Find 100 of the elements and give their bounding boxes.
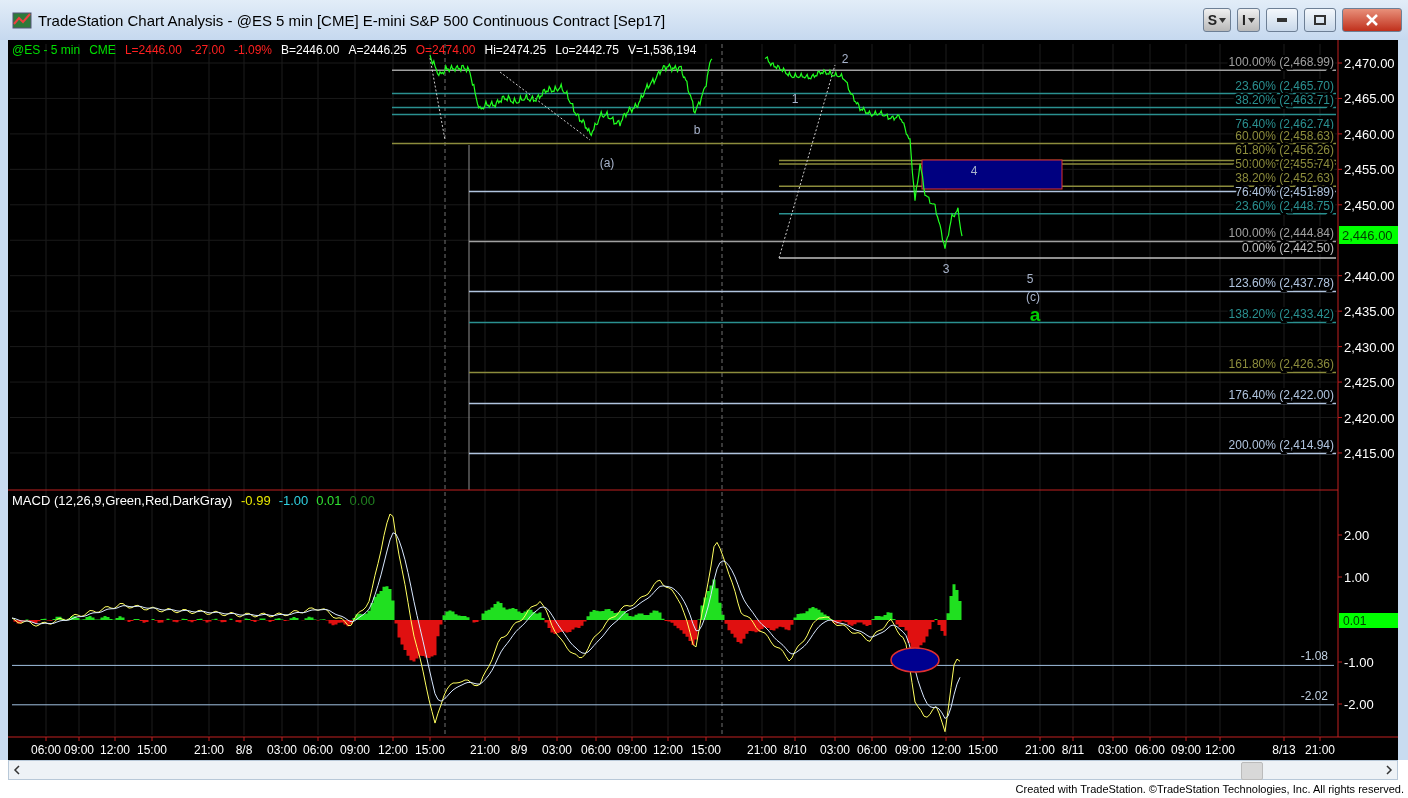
wave-label: b [693, 123, 701, 137]
macd-level-label: -1.08 [1300, 649, 1328, 664]
wave-label: 5 [1026, 272, 1034, 286]
fib-level-label: 23.60% (2,448.75) [1235, 199, 1334, 213]
fib-level-label: 38.20% (2,452.63) [1235, 171, 1334, 185]
quote-text: Hi=2474.25 [484, 43, 547, 57]
maximize-icon [1314, 15, 1326, 25]
price-axis-label: 2,430.00 [1344, 339, 1395, 355]
price-axis-label: 2,465.00 [1344, 91, 1395, 107]
style-menu-button[interactable]: S [1202, 8, 1232, 32]
time-axis-label: 21:00 [470, 743, 500, 757]
time-axis-label: 09:00 [617, 743, 647, 757]
indicator-menu-button[interactable]: I [1237, 8, 1260, 32]
copyright-notice: Created with TradeStation. ©TradeStation Technologies, Inc. All rights reserved. [1015, 783, 1404, 795]
highlight-ellipse [890, 647, 940, 673]
time-axis-label: 8/13 [1272, 743, 1296, 757]
time-axis-label: 03:00 [820, 743, 850, 757]
time-axis-label: 09:00 [64, 743, 94, 757]
time-axis-label: 15:00 [137, 743, 167, 757]
macd-value: 0.00 [349, 493, 375, 508]
caret-icon [1219, 17, 1227, 23]
chart-app-icon [12, 10, 32, 30]
price-axis-label: 2,435.00 [1344, 304, 1395, 320]
time-axis-label: 12:00 [931, 743, 961, 757]
horizontal-scrollbar[interactable] [8, 760, 1398, 780]
time-axis-label: 06:00 [31, 743, 61, 757]
minimize-icon [1277, 18, 1287, 22]
time-axis-label: 15:00 [968, 743, 998, 757]
wave-label: a [1029, 304, 1041, 325]
last-value-badge: 0.01 [1339, 613, 1398, 628]
price-axis-label: 2,440.00 [1344, 268, 1395, 284]
quote-text: Lo=2442.75 [555, 43, 619, 57]
fib-level-label: 76.40% (2,462.74) [1235, 117, 1334, 131]
quote-text: -27.00 [190, 43, 225, 57]
time-axis-label: 03:00 [542, 743, 572, 757]
fib-level-label: 200.00% (2,414.94) [1228, 438, 1334, 452]
time-axis-label: 06:00 [581, 743, 611, 757]
wave-label: (c) [1026, 290, 1040, 304]
time-axis-label: 03:00 [1098, 743, 1128, 757]
time-axis-label: 09:00 [1171, 743, 1201, 757]
time-axis-label: 09:00 [340, 743, 370, 757]
time-axis-label: 21:00 [747, 743, 777, 757]
macd-axis-label: -2.00 [1344, 697, 1374, 712]
time-axis-label: 15:00 [691, 743, 721, 757]
macd-level-label: -2.02 [1300, 688, 1328, 703]
quote-text: CME [89, 43, 116, 57]
price-axis-label: 2,425.00 [1344, 375, 1395, 391]
time-axis-label: 8/10 [783, 743, 807, 757]
time-axis-label: 12:00 [378, 743, 408, 757]
macd-axis-label: 1.00 [1344, 570, 1370, 585]
fib-level-label: 100.00% (2,444.84) [1228, 226, 1334, 240]
maximize-button[interactable] [1304, 8, 1336, 32]
time-axis-label: 06:00 [303, 743, 333, 757]
macd-value: 0.01 [316, 493, 342, 508]
time-axis-label: 06:00 [1135, 743, 1165, 757]
time-axis-label: 06:00 [857, 743, 887, 757]
macd-axis-label: -1.00 [1344, 655, 1374, 670]
price-axis-label: 2,415.00 [1344, 445, 1395, 461]
wave-label: 2 [841, 52, 849, 66]
last-price-badge: 2,446.00 [1339, 226, 1398, 244]
time-axis-label: 15:00 [415, 743, 445, 757]
time-axis-label: 8/9 [510, 743, 528, 757]
time-axis-label: 8/11 [1061, 743, 1085, 757]
scroll-thumb[interactable] [1241, 762, 1263, 780]
time-axis-label: 12:00 [100, 743, 130, 757]
quote-text: B=2446.00 [281, 43, 340, 57]
macd-value: -0.99 [241, 493, 271, 508]
wave-label: (a) [599, 156, 615, 170]
quote-text: O=2474.00 [415, 43, 476, 57]
price-axis-label: 2,460.00 [1344, 126, 1395, 142]
macd-value: -1.00 [278, 493, 309, 508]
price-axis-label: 2,470.00 [1344, 56, 1395, 71]
fib-level-label: 123.60% (2,437.78) [1228, 276, 1334, 290]
caret-icon [1248, 17, 1255, 23]
quote-text: @ES - 5 min [12, 43, 81, 57]
price-axis-label: 2,455.00 [1344, 162, 1395, 178]
wave-label: 3 [942, 262, 950, 276]
fib-level-label: 38.20% (2,463.71) [1235, 93, 1334, 107]
quote-text: A=2446.25 [348, 43, 407, 57]
fib-level-label: 161.80% (2,426.36) [1228, 357, 1334, 371]
fib-level-label: 0.00% (2,442.50) [1241, 241, 1334, 255]
time-axis-label: 21:00 [1025, 743, 1055, 757]
close-button[interactable] [1342, 8, 1402, 32]
fib-level-label: 61.80% (2,456.26) [1235, 143, 1334, 157]
fib-level-label: 60.00% (2,458.63) [1235, 129, 1334, 143]
time-axis-label: 12:00 [1205, 743, 1235, 757]
close-icon [1366, 14, 1378, 26]
fib-level-label: 176.40% (2,422.00) [1228, 388, 1334, 402]
minimize-button[interactable] [1266, 8, 1298, 32]
macd-legend: MACD (12,26,9,Green,Red,DarkGray) [12, 493, 233, 508]
time-axis-label: 03:00 [267, 743, 297, 757]
window-title: TradeStation Chart Analysis - @ES 5 min [CME] E-mini S&P 500 Continuous Contract [Sep17] [38, 11, 667, 29]
wave-label: 4 [970, 164, 978, 178]
quote-text: L=2446.00 [124, 43, 182, 57]
quote-text: -1.09% [233, 43, 272, 57]
time-axis-label: 21:00 [194, 743, 224, 757]
quote-text: V=1,536,194 [627, 43, 697, 57]
wave-label: 1 [791, 92, 799, 106]
price-axis-label: 2,450.00 [1344, 197, 1395, 213]
price-axis-label: 2,420.00 [1344, 410, 1395, 426]
